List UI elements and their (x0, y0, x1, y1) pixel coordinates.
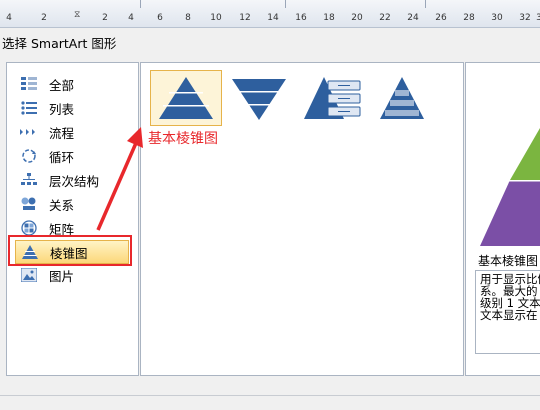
preview-description: 用于显示比例 系。最大的 级别 1 文本 文本显示在 (475, 270, 540, 354)
preview-pyramid-graphic (478, 128, 540, 246)
annotation-arrow (96, 127, 143, 231)
description-line: 文本显示在 (480, 308, 538, 322)
dialog-bottom-divider (0, 395, 540, 396)
preview-layout-name: 基本棱锥图 (478, 254, 539, 268)
